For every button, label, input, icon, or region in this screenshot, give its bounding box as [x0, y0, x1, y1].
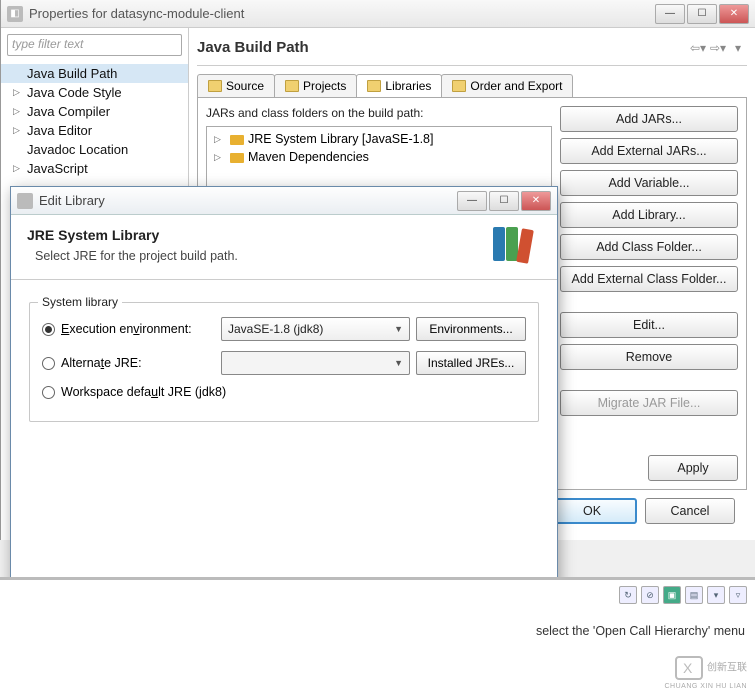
ok-button[interactable]: OK: [547, 498, 637, 524]
installed-jres-button[interactable]: Installed JREs...: [416, 351, 526, 375]
tab-order-export[interactable]: Order and Export: [441, 74, 573, 97]
add-class-folder-button[interactable]: Add Class Folder...: [560, 234, 738, 260]
library-icon: [230, 153, 244, 163]
exec-env-combo[interactable]: JavaSE-1.8 (jdk8)▼: [221, 317, 410, 341]
exec-env-label: Execution environment:: [61, 322, 215, 336]
cancel-icon[interactable]: ⊘: [641, 586, 659, 604]
list-item[interactable]: ▷JRE System Library [JavaSE-1.8]: [210, 130, 548, 148]
expand-arrow-icon[interactable]: ▷: [214, 134, 221, 145]
app-icon: ◧: [7, 6, 23, 22]
expand-arrow-icon[interactable]: ▷: [214, 152, 221, 163]
dialog-header: JRE System Library Select JRE for the pr…: [11, 215, 557, 280]
chevron-down-icon: ▼: [394, 324, 403, 334]
dialog-desc: Select JRE for the project build path.: [35, 249, 493, 263]
library-icon: [367, 80, 381, 92]
alt-jre-row: Alternate JRE: ▼ Installed JREs...: [42, 351, 526, 375]
workspace-default-row: Workspace default JRE (jdk8): [42, 385, 526, 399]
cancel-button[interactable]: Cancel: [645, 498, 735, 524]
workspace-default-radio[interactable]: [42, 386, 55, 399]
folder-icon: [208, 80, 222, 92]
button-column: Add JARs... Add External JARs... Add Var…: [560, 106, 738, 481]
tree-item-java-build-path[interactable]: Java Build Path: [1, 64, 188, 83]
alt-jre-combo: ▼: [221, 351, 410, 375]
add-ext-class-folder-button[interactable]: Add External Class Folder...: [560, 266, 738, 292]
tree-item-javadoc-location[interactable]: Javadoc Location: [1, 140, 188, 159]
group-label: System library: [38, 295, 122, 309]
alt-jre-label: Alternate JRE:: [61, 356, 215, 370]
list-label: JARs and class folders on the build path…: [206, 106, 552, 120]
add-variable-button[interactable]: Add Variable...: [560, 170, 738, 196]
expand-arrow-icon[interactable]: ▷: [13, 163, 21, 171]
expand-arrow-icon[interactable]: ▷: [13, 125, 21, 133]
system-library-group: System library Execution environment: Ja…: [29, 302, 539, 422]
tab-projects[interactable]: Projects: [274, 74, 357, 97]
page-heading: Java Build Path: [197, 39, 687, 56]
history-icon[interactable]: ▾: [707, 586, 725, 604]
add-library-button[interactable]: Add Library...: [560, 202, 738, 228]
app-icon: [17, 193, 33, 209]
close-button[interactable]: ✕: [719, 4, 749, 24]
edit-button[interactable]: Edit...: [560, 312, 738, 338]
migrate-jar-button: Migrate JAR File...: [560, 390, 738, 416]
expand-arrow-icon[interactable]: ▷: [13, 106, 21, 114]
maximize-button[interactable]: ☐: [489, 191, 519, 211]
list-item[interactable]: ▷Maven Dependencies: [210, 148, 548, 166]
view-menu-icon[interactable]: ▿: [729, 586, 747, 604]
exec-env-radio[interactable]: [42, 323, 55, 336]
minimize-button[interactable]: —: [655, 4, 685, 24]
chevron-down-icon: ▼: [394, 358, 403, 368]
dialog-titlebar: Edit Library — ☐ ✕: [11, 187, 557, 215]
hint-text: select the 'Open Call Hierarchy' menu: [536, 624, 745, 638]
tree-item-java-editor[interactable]: ▷Java Editor: [1, 121, 188, 140]
tree-caller-icon[interactable]: ▣: [663, 586, 681, 604]
refresh-icon[interactable]: ↻: [619, 586, 637, 604]
tree-item-java-code-style[interactable]: ▷Java Code Style: [1, 83, 188, 102]
add-jars-button[interactable]: Add JARs...: [560, 106, 738, 132]
hierarchy-view-snippet: ↻ ⊘ ▣ ▤ ▾ ▿ select the 'Open Call Hierar…: [0, 577, 755, 695]
dialog-title: Edit Library: [39, 193, 457, 208]
window-controls: — ☐ ✕: [655, 4, 749, 24]
view-menu-icon[interactable]: ▾: [729, 39, 747, 57]
tab-libraries[interactable]: Libraries: [356, 74, 442, 97]
add-external-jars-button[interactable]: Add External JARs...: [560, 138, 738, 164]
tree-callee-icon[interactable]: ▤: [685, 586, 703, 604]
folder-icon: [285, 80, 299, 92]
exec-env-row: Execution environment: JavaSE-1.8 (jdk8)…: [42, 317, 526, 341]
dialog-body: System library Execution environment: Ja…: [11, 280, 557, 436]
books-icon: [493, 227, 541, 267]
remove-button[interactable]: Remove: [560, 344, 738, 370]
minimize-button[interactable]: —: [457, 191, 487, 211]
environments-button[interactable]: Environments...: [416, 317, 526, 341]
nav-back-icon[interactable]: ⇦▾: [689, 39, 707, 57]
tab-bar: Source Projects Libraries Order and Expo…: [197, 74, 747, 97]
nav-fwd-icon[interactable]: ⇨▾: [709, 39, 727, 57]
maximize-button[interactable]: ☐: [687, 4, 717, 24]
workspace-default-label: Workspace default JRE (jdk8): [61, 385, 226, 399]
order-icon: [452, 80, 466, 92]
expand-arrow-icon[interactable]: ▷: [13, 87, 21, 95]
dialog-heading: JRE System Library: [27, 227, 493, 243]
alt-jre-radio[interactable]: [42, 357, 55, 370]
tree-item-java-compiler[interactable]: ▷Java Compiler: [1, 102, 188, 121]
window-title: Properties for datasync-module-client: [29, 6, 655, 21]
library-icon: [230, 135, 244, 145]
close-button[interactable]: ✕: [521, 191, 551, 211]
titlebar: ◧ Properties for datasync-module-client …: [1, 0, 755, 28]
tab-source[interactable]: Source: [197, 74, 275, 97]
view-toolbar: ↻ ⊘ ▣ ▤ ▾ ▿: [619, 586, 747, 604]
tree-item-javascript[interactable]: ▷JavaScript: [1, 159, 188, 178]
filter-input[interactable]: type filter text: [7, 34, 182, 56]
apply-button[interactable]: Apply: [648, 455, 738, 481]
brand-logo: 创新互联 CHUANG XIN HU LIAN: [664, 656, 747, 691]
